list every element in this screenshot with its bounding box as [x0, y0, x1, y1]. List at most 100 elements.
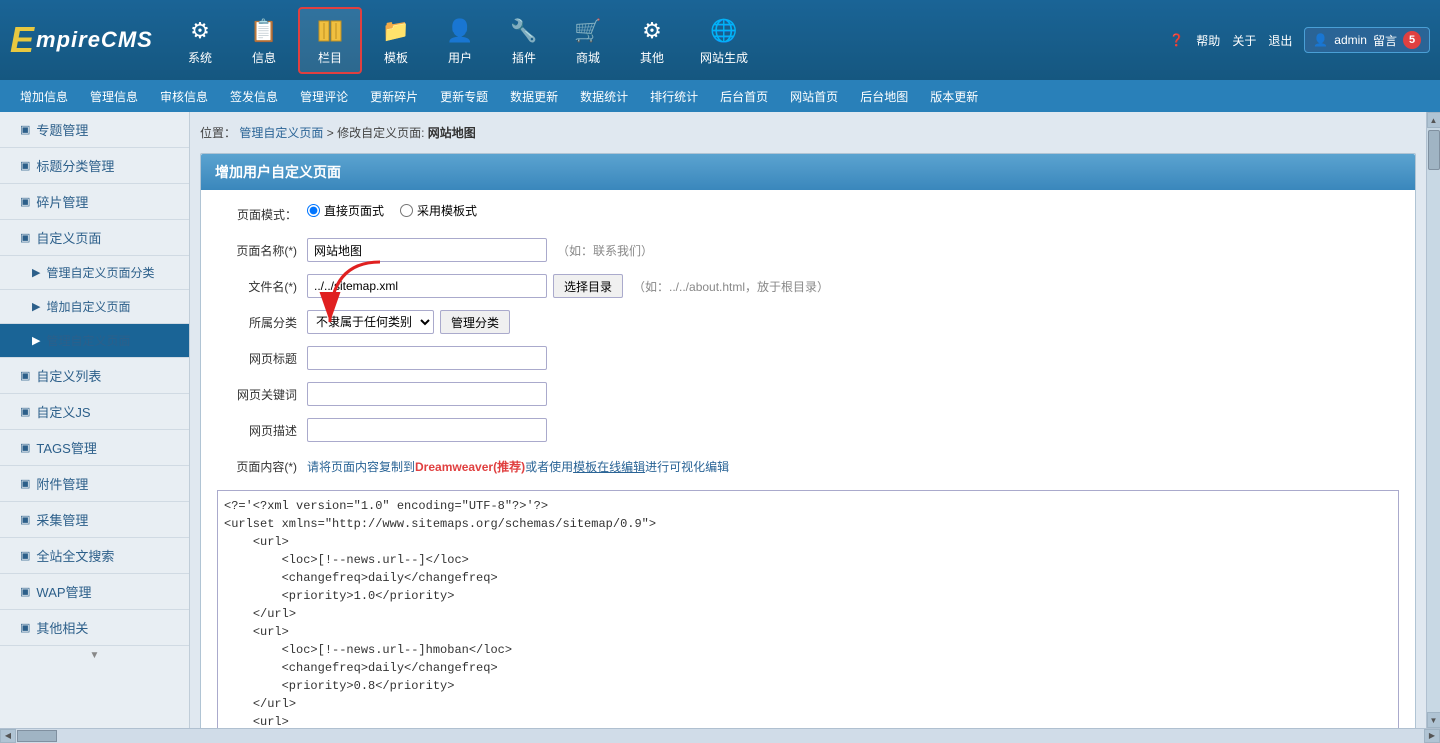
scroll-down-btn[interactable]: ▼ — [1427, 712, 1440, 728]
sidebar-item-tag-category[interactable]: ▣ 标题分类管理 — [0, 148, 189, 184]
top-bar: E mpireCMS ⚙ 系统 📋 信息 栏目 — [0, 0, 1440, 80]
admin-badge[interactable]: 👤 admin 留言 5 — [1304, 27, 1430, 53]
generate-icon: 🌐 — [708, 15, 740, 47]
second-nav-data-update[interactable]: 数据更新 — [500, 84, 568, 109]
hint-dreamweaver-link[interactable]: Dreamweaver(推荐) — [415, 460, 525, 474]
second-nav-site-home[interactable]: 网站首页 — [780, 84, 848, 109]
sidebar-icon-tags: ▣ — [20, 441, 30, 454]
about-link[interactable]: 关于 — [1232, 32, 1256, 49]
code-editor[interactable]: <?='<?xml version="1.0" encoding="UTF-8"… — [217, 490, 1399, 728]
nav-plugin[interactable]: 🔧 插件 — [494, 9, 554, 72]
hint-post: 进行可视化编辑 — [645, 460, 729, 474]
second-nav-rank-stats[interactable]: 排行统计 — [640, 84, 708, 109]
category-select[interactable]: 不隶属于任何类别 — [307, 310, 434, 334]
sidebar-item-topic-mgmt[interactable]: ▣ 专题管理 — [0, 112, 189, 148]
breadcrumb-link1[interactable]: 管理自定义页面 — [239, 126, 323, 140]
help-link[interactable]: 帮助 — [1196, 32, 1220, 49]
keywords-field — [307, 382, 1399, 406]
sidebar-icon-manage-active: ▶ — [32, 334, 40, 347]
page-title-label: 网页标题 — [217, 346, 307, 367]
sidebar-item-attachment[interactable]: ▣ 附件管理 — [0, 466, 189, 502]
category-label: 所属分类 — [217, 310, 307, 331]
nav-template[interactable]: 📁 模板 — [366, 9, 426, 72]
scroll-thumb[interactable] — [1428, 130, 1440, 170]
info-icon: 📋 — [248, 15, 280, 47]
filename-input[interactable] — [307, 274, 547, 298]
second-nav-update-topic[interactable]: 更新专题 — [430, 84, 498, 109]
sidebar-item-fragment[interactable]: ▣ 碎片管理 — [0, 184, 189, 220]
messages-count[interactable]: 5 — [1403, 31, 1421, 49]
second-nav-review-info[interactable]: 审核信息 — [150, 84, 218, 109]
scroll-up-btn[interactable]: ▲ — [1427, 112, 1440, 128]
nav-generate[interactable]: 🌐 网站生成 — [686, 9, 762, 72]
sidebar-item-collect[interactable]: ▣ 采集管理 — [0, 502, 189, 538]
sidebar-scroll-down[interactable]: ▼ — [0, 646, 189, 665]
nav-info[interactable]: 📋 信息 — [234, 9, 294, 72]
bottom-scrollbar[interactable]: ◀ ▶ — [0, 728, 1440, 742]
nav-shop[interactable]: 🛒 商城 — [558, 9, 618, 72]
sidebar-item-manage-custom-active[interactable]: ▶ 管理自定义页面 — [0, 324, 189, 358]
sidebar-icon-topic: ▣ — [20, 123, 30, 136]
nav-user[interactable]: 👤 用户 — [430, 9, 490, 72]
scroll-left-btn[interactable]: ◀ — [0, 729, 16, 743]
sidebar-icon-tag-cat: ▣ — [20, 159, 30, 172]
page-title-field — [307, 346, 1399, 370]
keywords-input[interactable] — [307, 382, 547, 406]
sidebar-item-tags-mgmt[interactable]: ▣ TAGS管理 — [0, 430, 189, 466]
sidebar-item-fulltext[interactable]: ▣ 全站全文搜索 — [0, 538, 189, 574]
page-mode-field: 直接页面式 采用模板式 — [307, 202, 1399, 219]
nav-other[interactable]: ⚙ 其他 — [622, 9, 682, 72]
h-scroll-thumb[interactable] — [17, 730, 57, 742]
radio-direct[interactable]: 直接页面式 — [307, 202, 384, 219]
page-name-hint: （如：联系我们） — [557, 242, 653, 259]
second-nav-add-info[interactable]: 增加信息 — [10, 84, 78, 109]
second-nav-data-stats[interactable]: 数据统计 — [570, 84, 638, 109]
form-row-category: 所属分类 不隶属于任何类别 管理分类 — [217, 310, 1399, 336]
second-nav-publish-info[interactable]: 签发信息 — [220, 84, 288, 109]
form-row-keywords: 网页关键词 — [217, 382, 1399, 408]
desc-field — [307, 418, 1399, 442]
nav-column[interactable]: 栏目 — [298, 7, 362, 74]
hint-template-link[interactable]: 模板在线编辑 — [573, 460, 645, 474]
form-row-page-mode: 页面模式： 直接页面式 采用模板式 — [217, 202, 1399, 228]
sidebar-item-custom-page[interactable]: ▣ 自定义页面 — [0, 220, 189, 256]
second-nav-manage-comment[interactable]: 管理评论 — [290, 84, 358, 109]
page-content-hint: 请将页面内容复制到Dreamweaver(推荐)或者使用模板在线编辑进行可视化编… — [307, 454, 729, 479]
form-panel-title: 增加用户自定义页面 — [201, 154, 1415, 190]
page-name-input[interactable] — [307, 238, 547, 262]
radio-direct-input[interactable] — [307, 204, 320, 217]
sidebar-item-custom-list[interactable]: ▣ 自定义列表 — [0, 358, 189, 394]
desc-label: 网页描述 — [217, 418, 307, 439]
h-scroll-track — [16, 729, 1424, 743]
desc-input[interactable] — [307, 418, 547, 442]
sidebar-item-add-custom-sub[interactable]: ▶ 增加自定义页面 — [0, 290, 189, 324]
form-row-page-content: 页面内容(*) 请将页面内容复制到Dreamweaver(推荐)或者使用模板在线… — [217, 454, 1399, 480]
user-icon: 👤 — [444, 15, 476, 47]
sidebar-item-manage-custom-sub[interactable]: ▶ 管理自定义页面分类 — [0, 256, 189, 290]
sidebar-icon-attachment: ▣ — [20, 477, 30, 490]
second-nav-update-fragment[interactable]: 更新碎片 — [360, 84, 428, 109]
nav-system-label: 系统 — [188, 49, 212, 66]
radio-template-input[interactable] — [400, 204, 413, 217]
template-icon: 📁 — [380, 15, 412, 47]
sidebar-item-wap[interactable]: ▣ WAP管理 — [0, 574, 189, 610]
second-nav-manage-info[interactable]: 管理信息 — [80, 84, 148, 109]
second-nav-backend-map[interactable]: 后台地图 — [850, 84, 918, 109]
page-title-input[interactable] — [307, 346, 547, 370]
logout-link[interactable]: 退出 — [1268, 32, 1292, 49]
select-dir-button[interactable]: 选择目录 — [553, 274, 623, 298]
sidebar-icon-wap: ▣ — [20, 585, 30, 598]
manage-category-button[interactable]: 管理分类 — [440, 310, 510, 334]
breadcrumb-sep1: > — [327, 126, 337, 140]
second-nav-version-update[interactable]: 版本更新 — [920, 84, 988, 109]
scroll-right-btn[interactable]: ▶ — [1424, 729, 1440, 743]
sidebar-icon-custom-page: ▣ — [20, 231, 30, 244]
radio-template[interactable]: 采用模板式 — [400, 202, 477, 219]
second-nav-backend-home[interactable]: 后台首页 — [710, 84, 778, 109]
form-panel: 增加用户自定义页面 页面模式： 直接页面式 采用模板式 — [200, 153, 1416, 728]
sidebar-item-custom-js[interactable]: ▣ 自定义JS — [0, 394, 189, 430]
logo-text: mpireCMS — [36, 27, 153, 53]
right-scrollbar[interactable]: ▲ ▼ — [1426, 112, 1440, 728]
sidebar-item-other-related[interactable]: ▣ 其他相关 — [0, 610, 189, 646]
nav-system[interactable]: ⚙ 系统 — [170, 9, 230, 72]
